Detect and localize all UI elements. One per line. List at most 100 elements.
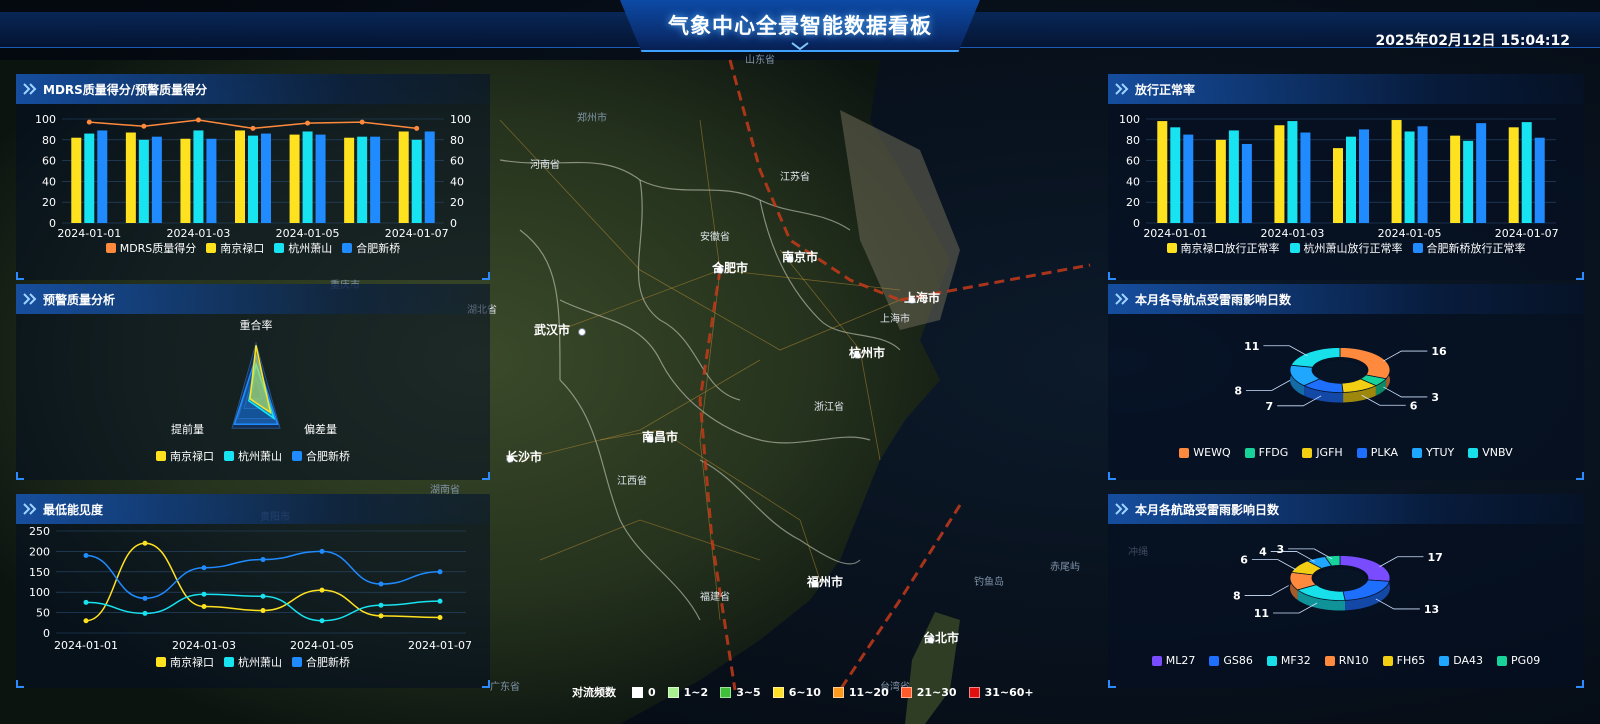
bar-6-1[interactable] xyxy=(411,139,422,223)
bar-0-0[interactable] xyxy=(1157,121,1168,223)
bar-1-2[interactable] xyxy=(1241,143,1252,223)
line-point-2-1[interactable] xyxy=(142,595,148,601)
line-point-2-6[interactable] xyxy=(437,569,443,575)
bar-5-1[interactable] xyxy=(357,136,368,223)
bar-2-1[interactable] xyxy=(193,130,204,223)
line-point-1[interactable] xyxy=(141,123,147,129)
bar-2-1[interactable] xyxy=(1287,121,1298,223)
legend-item[interactable]: WEWQ xyxy=(1179,446,1231,459)
legend-item[interactable]: PG09 xyxy=(1497,654,1540,667)
line-point-1-4[interactable] xyxy=(319,618,325,624)
line-point-2[interactable] xyxy=(195,117,201,123)
legend-item[interactable]: 杭州萧山放行正常率 xyxy=(1289,240,1403,256)
bar-1-0[interactable] xyxy=(125,132,136,223)
bar-0-2[interactable] xyxy=(97,130,108,223)
convection-legend-item[interactable]: 31~60+ xyxy=(968,686,1034,699)
bar-3-1[interactable] xyxy=(248,135,258,223)
legend-item[interactable]: FH65 xyxy=(1382,654,1425,667)
bar-0-1[interactable] xyxy=(84,133,95,223)
legend-item[interactable]: ML27 xyxy=(1151,654,1195,667)
convection-legend-item[interactable]: 0 xyxy=(632,686,656,699)
bar-6-2[interactable] xyxy=(424,131,435,223)
legend-item[interactable]: YTUY xyxy=(1412,446,1454,459)
line-point-1-6[interactable] xyxy=(437,598,443,604)
bar-6-2[interactable] xyxy=(1534,137,1545,223)
bar-0-0[interactable] xyxy=(71,137,82,223)
legend-item[interactable]: RN10 xyxy=(1324,654,1369,667)
legend-item[interactable]: 南京禄口 xyxy=(156,448,214,464)
line-point-0-0[interactable] xyxy=(83,618,89,624)
bar-2-2[interactable] xyxy=(206,138,217,223)
line-point-6[interactable] xyxy=(414,125,420,131)
legend-item[interactable]: 南京禄口 xyxy=(156,654,214,670)
line-point-2-5[interactable] xyxy=(378,581,384,587)
convection-legend-item[interactable]: 11~20 xyxy=(832,686,889,699)
bar-4-2[interactable] xyxy=(315,134,326,223)
bar-1-2[interactable] xyxy=(151,136,162,223)
legend-item[interactable]: FFDG xyxy=(1244,446,1288,459)
line-point-0-3[interactable] xyxy=(260,608,266,614)
legend-item[interactable]: 南京禄口 xyxy=(206,240,264,256)
line-point-1-5[interactable] xyxy=(378,602,384,608)
legend-item[interactable]: 杭州萧山 xyxy=(224,654,282,670)
bar-4-1[interactable] xyxy=(302,131,313,223)
convection-legend-item[interactable]: 6~10 xyxy=(772,686,821,699)
line-point-5[interactable] xyxy=(359,119,365,125)
bar-6-0[interactable] xyxy=(398,131,409,223)
line-point-4[interactable] xyxy=(305,120,311,126)
bar-3-2[interactable] xyxy=(261,133,271,223)
line-point-1-1[interactable] xyxy=(142,610,148,616)
bar-4-0[interactable] xyxy=(1391,120,1402,223)
line-point-0-4[interactable] xyxy=(319,587,325,593)
line-point-3[interactable] xyxy=(250,125,256,131)
legend-item[interactable]: 合肥新桥放行正常率 xyxy=(1412,240,1526,256)
legend-item[interactable]: MDRS质量得分 xyxy=(105,240,196,256)
legend-item[interactable]: PLKA xyxy=(1356,446,1398,459)
bar-3-0[interactable] xyxy=(1333,148,1343,223)
bar-3-2[interactable] xyxy=(1359,129,1369,223)
line-point-1-3[interactable] xyxy=(260,593,266,599)
legend-item[interactable]: 南京禄口放行正常率 xyxy=(1166,240,1280,256)
convection-legend-item[interactable]: 1~2 xyxy=(667,686,708,699)
bar-3-1[interactable] xyxy=(1346,136,1356,223)
bar-4-1[interactable] xyxy=(1404,131,1415,223)
line-point-0-6[interactable] xyxy=(437,614,443,620)
bar-5-1[interactable] xyxy=(1463,140,1474,223)
bar-0-1[interactable] xyxy=(1170,127,1181,223)
legend-item[interactable]: 杭州萧山 xyxy=(274,240,332,256)
bar-1-1[interactable] xyxy=(1228,130,1239,223)
line-point-0-5[interactable] xyxy=(378,613,384,619)
bar-1-1[interactable] xyxy=(138,139,149,223)
line-point-0[interactable] xyxy=(86,119,92,125)
bar-2-0[interactable] xyxy=(1274,125,1285,223)
legend-item[interactable]: MF32 xyxy=(1266,654,1311,667)
bar-5-2[interactable] xyxy=(370,136,381,223)
line-point-2-2[interactable] xyxy=(201,565,207,571)
legend-item[interactable]: 合肥新桥 xyxy=(292,448,350,464)
line-point-1-2[interactable] xyxy=(201,591,207,597)
bar-0-2[interactable] xyxy=(1183,134,1194,223)
bar-5-0[interactable] xyxy=(344,137,355,223)
legend-item[interactable]: 合肥新桥 xyxy=(292,654,350,670)
convection-legend-item[interactable]: 3~5 xyxy=(720,686,761,699)
bar-4-2[interactable] xyxy=(1417,126,1428,223)
legend-item[interactable]: DA43 xyxy=(1439,654,1483,667)
legend-item[interactable]: 杭州萧山 xyxy=(224,448,282,464)
line-point-2-4[interactable] xyxy=(319,548,325,554)
bar-6-1[interactable] xyxy=(1521,122,1532,223)
line-point-0-1[interactable] xyxy=(142,540,148,546)
legend-item[interactable]: JGFH xyxy=(1302,446,1343,459)
legend-item[interactable]: VNBV xyxy=(1468,446,1513,459)
bar-1-0[interactable] xyxy=(1215,139,1226,223)
line-point-0-2[interactable] xyxy=(201,603,207,609)
bar-4-0[interactable] xyxy=(289,134,300,223)
bar-5-2[interactable] xyxy=(1476,123,1487,223)
line-point-2-0[interactable] xyxy=(83,552,89,558)
legend-item[interactable]: 合肥新桥 xyxy=(342,240,400,256)
legend-item[interactable]: GS86 xyxy=(1209,654,1253,667)
convection-legend-item[interactable]: 21~30 xyxy=(900,686,957,699)
bar-5-0[interactable] xyxy=(1450,135,1461,223)
line-point-1-0[interactable] xyxy=(83,599,89,605)
bar-3-0[interactable] xyxy=(235,130,245,223)
bar-6-0[interactable] xyxy=(1508,127,1519,223)
